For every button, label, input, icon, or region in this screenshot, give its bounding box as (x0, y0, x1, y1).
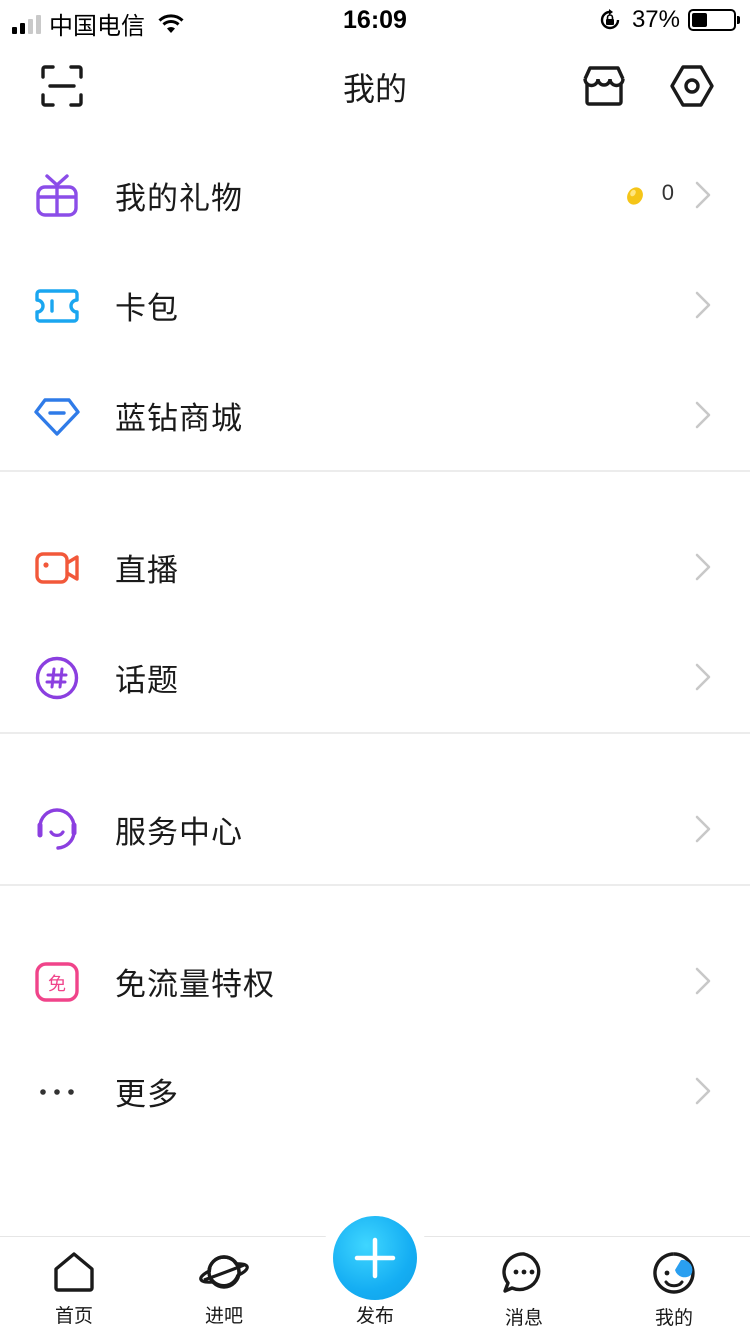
video-camera-icon (35, 552, 79, 584)
tab-bars[interactable]: 进吧 (174, 1251, 274, 1334)
menu-label: 话题 (115, 662, 179, 698)
battery-percent: 37% (631, 6, 680, 33)
chat-bubble-icon (502, 1252, 541, 1293)
gift-icon (36, 174, 78, 217)
menu-label: 蓝钻商城 (115, 400, 243, 436)
status-bar: 中国电信 16:09 37% (0, 0, 750, 40)
menu-item-free-data[interactable]: 免 免流量特权 (0, 926, 750, 1036)
free-data-icon: 免 (35, 962, 79, 1002)
chevron-right-icon (695, 181, 711, 209)
menu-label: 我的礼物 (115, 180, 243, 216)
hashtag-icon (35, 656, 79, 700)
menu-item-service-center[interactable]: 服务中心 (0, 774, 750, 884)
shop-icon (583, 66, 625, 106)
chevron-right-icon (695, 1077, 711, 1105)
menu-item-live[interactable]: 直播 (0, 512, 750, 622)
rotation-lock-icon (600, 9, 620, 30)
group-separator (0, 732, 750, 774)
tab-label-publish: 发布 (355, 1306, 394, 1327)
chevron-right-icon (695, 291, 711, 319)
menu-item-more[interactable]: 更多 (0, 1036, 750, 1146)
battery-fill (692, 13, 707, 27)
chevron-right-icon (695, 401, 711, 429)
menu-label: 更多 (115, 1076, 179, 1112)
status-right: 37% (598, 6, 740, 34)
settings-button[interactable] (666, 60, 718, 112)
tab-label: 首页 (54, 1306, 93, 1327)
diamond-icon (34, 398, 80, 436)
home-icon (54, 1252, 94, 1292)
header: 我的 (0, 48, 750, 122)
tab-messages[interactable]: 消息 (474, 1251, 574, 1334)
menu-label: 直播 (115, 552, 179, 588)
settings-icon (670, 65, 714, 107)
menu-label: 免流量特权 (115, 966, 275, 1002)
more-dots-icon (40, 1089, 74, 1095)
plus-icon (354, 1237, 396, 1279)
publish-button[interactable] (333, 1216, 417, 1300)
menu-item-blue-diamond-mall[interactable]: 蓝钻商城 (0, 360, 750, 470)
chevron-right-icon (695, 967, 711, 995)
chevron-right-icon (695, 553, 711, 581)
tab-label: 消息 (504, 1308, 543, 1329)
group-separator (0, 470, 750, 512)
menu-item-my-gifts[interactable]: 我的礼物 0 (0, 140, 750, 250)
chevron-right-icon (695, 663, 711, 691)
tab-home[interactable]: 首页 (24, 1251, 124, 1334)
menu-item-topics[interactable]: 话题 (0, 622, 750, 732)
shop-button[interactable] (578, 60, 630, 112)
group-separator (0, 884, 750, 926)
menu-label: 服务中心 (115, 814, 243, 850)
gift-count: 0 (661, 180, 674, 205)
page-title: 我的 (342, 71, 407, 107)
ticket-icon (35, 289, 79, 323)
menu-item-card-wallet[interactable]: 卡包 (0, 250, 750, 360)
menu-label: 卡包 (115, 290, 179, 326)
profile-face-icon (653, 1252, 695, 1294)
tab-label: 我的 (654, 1308, 693, 1329)
free-badge-text: 免 (48, 974, 66, 995)
chevron-right-icon (695, 815, 711, 843)
tab-label: 进吧 (204, 1306, 243, 1327)
battery-icon (688, 9, 740, 31)
headset-icon (37, 808, 77, 850)
planet-icon (199, 1255, 249, 1289)
tab-mine[interactable]: 我的 (624, 1251, 724, 1334)
gold-bean-icon (627, 187, 643, 205)
menu-list: 我的礼物 0 卡包 蓝钻商城 直播 话题 服务中心 免 免流量特权 更多 (0, 140, 750, 1146)
